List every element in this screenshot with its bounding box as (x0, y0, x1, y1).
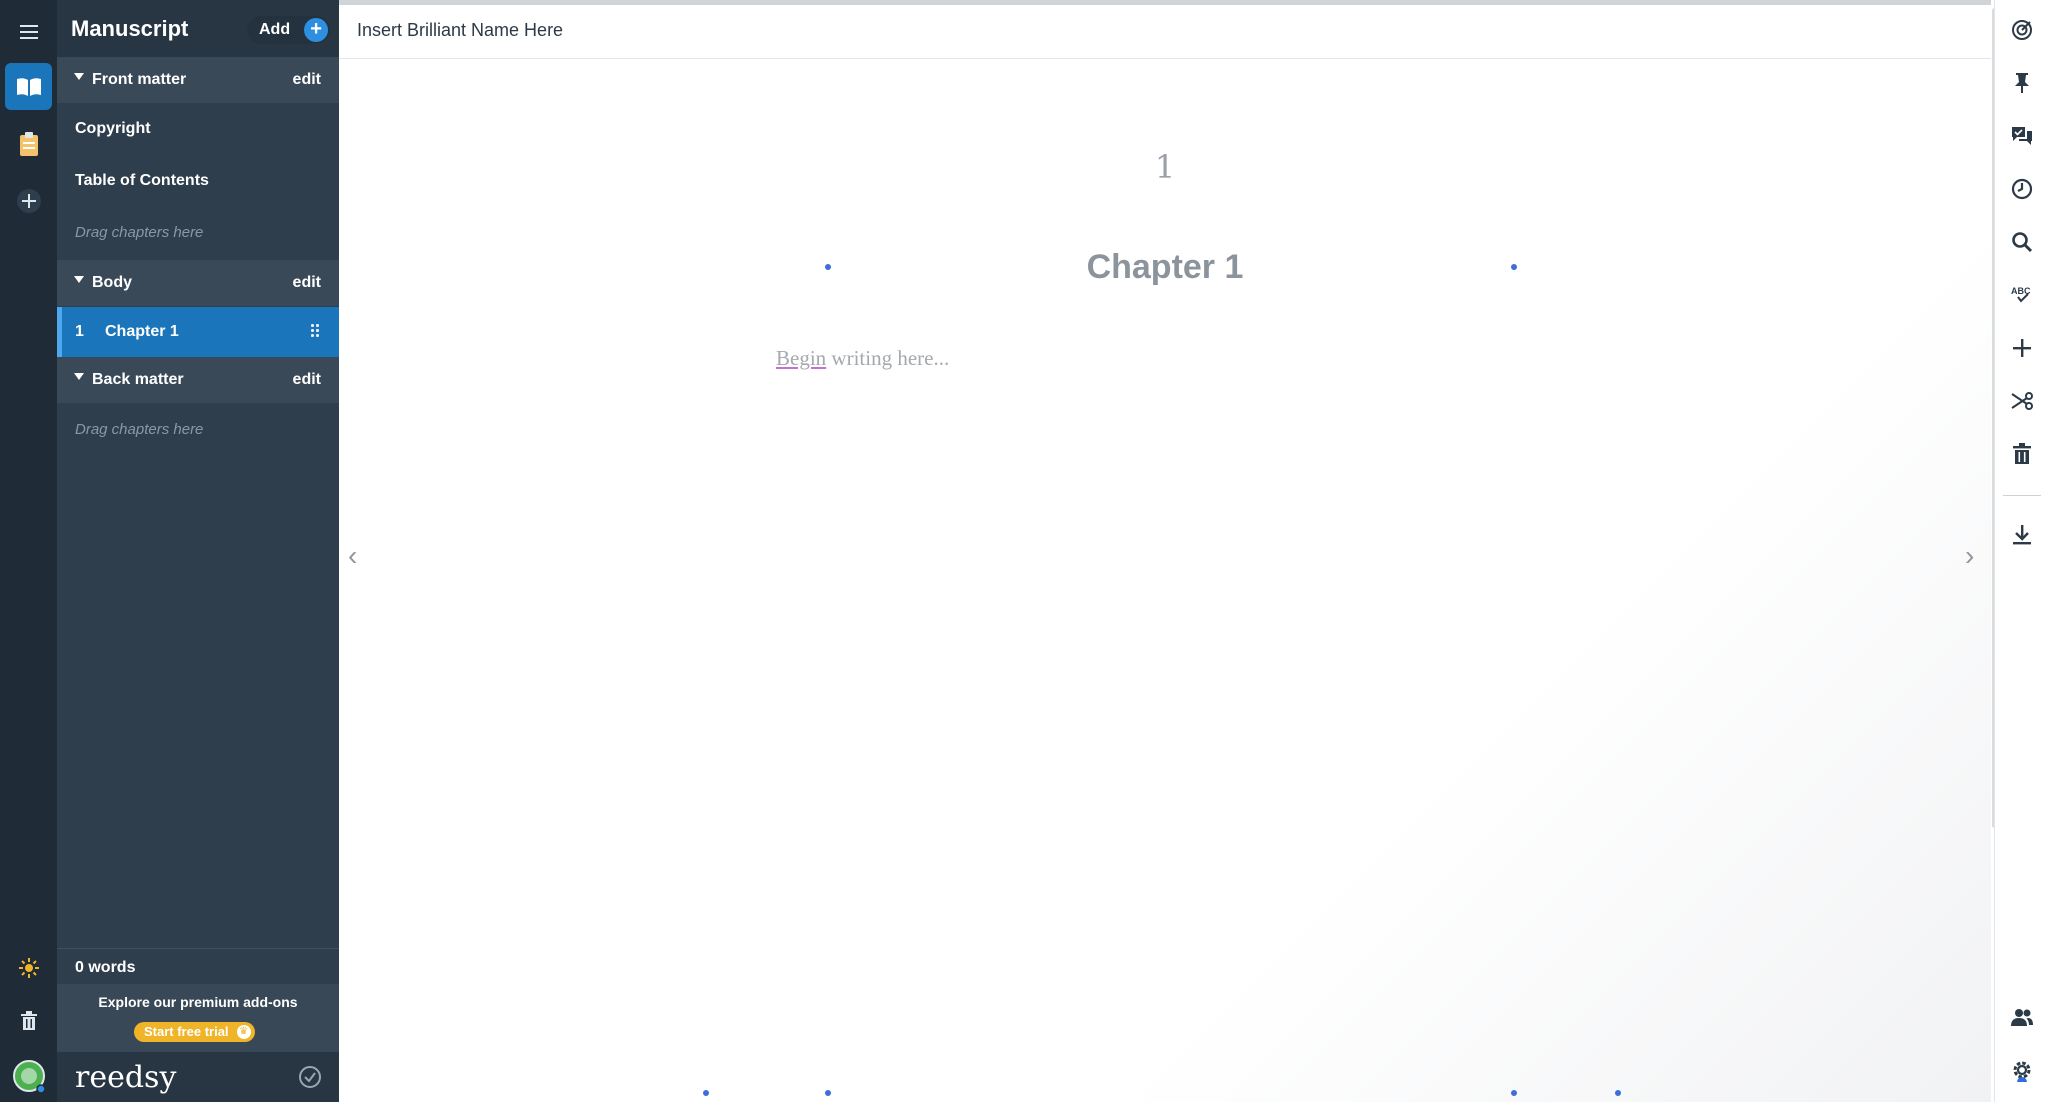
title-bar: Insert Brilliant Name Here (339, 5, 1991, 59)
avatar[interactable] (5, 1052, 52, 1099)
sidebar-item-label: Table of Contents (75, 172, 209, 189)
word-count-label: 0 words (75, 959, 136, 976)
section-label: Body (92, 274, 132, 291)
book-title[interactable]: Insert Brilliant Name Here (357, 20, 563, 41)
chapter-title-heading[interactable]: Chapter 1 (339, 248, 1991, 287)
reedsy-logo: reedsy (75, 1060, 177, 1095)
plus-icon: + (304, 18, 329, 42)
comments-icon[interactable] (2003, 117, 2041, 155)
collaborators-icon[interactable] (2003, 998, 2041, 1036)
crown-icon: ♛ (236, 1025, 251, 1039)
resize-handle[interactable] (1511, 1090, 1517, 1096)
plus-circle-icon[interactable] (5, 177, 52, 224)
placeholder-first-word: Begin (776, 346, 827, 370)
section-back-matter[interactable]: Back matter edit (57, 357, 339, 403)
edit-body-button[interactable]: edit (293, 274, 321, 292)
toolbar-divider (2003, 495, 2041, 496)
caret-down-icon[interactable] (74, 73, 84, 80)
book-icon[interactable] (5, 63, 52, 110)
trial-label: Start free trial (144, 1024, 229, 1039)
app-window: Manuscript Add + Front matter edit Copyr… (0, 0, 2048, 1102)
add-button-label: Add (259, 21, 291, 38)
editor-body-placeholder[interactable]: Begin writing here... (776, 346, 949, 371)
section-front-matter[interactable]: Front matter edit (57, 57, 339, 103)
previous-chapter-arrow-icon[interactable]: ‹ (348, 540, 357, 572)
word-count: 0 words (57, 948, 339, 984)
menu-icon[interactable] (5, 8, 52, 55)
add-button[interactable]: Add + (247, 16, 331, 44)
save-status-check-icon (299, 1066, 321, 1088)
premium-promo: Explore our premium add-ons Start free t… (57, 984, 339, 1052)
add-icon[interactable] (2003, 329, 2041, 367)
section-label: Back matter (92, 371, 184, 388)
manuscript-sidebar: Manuscript Add + Front matter edit Copyr… (57, 0, 339, 1102)
section-body[interactable]: Body edit (57, 260, 339, 306)
promo-text: Explore our premium add-ons (98, 994, 298, 1010)
editor-pane: Insert Brilliant Name Here 1 Chapter 1 B… (339, 0, 1997, 1102)
delete-icon[interactable] (2003, 435, 2041, 473)
scissors-icon[interactable] (2003, 382, 2041, 420)
sidebar-title: Manuscript (71, 16, 189, 41)
sidebar-item-table-of-contents[interactable]: Table of Contents (57, 157, 339, 207)
next-chapter-arrow-icon[interactable]: › (1965, 540, 1974, 572)
goal-icon[interactable] (2003, 11, 2041, 49)
start-free-trial-button[interactable]: Start free trial ♛ (134, 1022, 255, 1042)
section-label: Front matter (92, 71, 187, 88)
drag-hint-front-matter: Drag chapters here (75, 224, 204, 241)
resize-handle[interactable] (703, 1090, 709, 1096)
pin-icon[interactable] (2003, 64, 2041, 102)
drag-hint-back-matter: Drag chapters here (75, 421, 204, 438)
chapter-number: 1 (75, 323, 84, 340)
trash-icon[interactable] (5, 997, 52, 1044)
drag-handle-icon[interactable] (311, 324, 319, 338)
placeholder-rest: writing here... (826, 346, 950, 370)
caret-down-icon[interactable] (74, 373, 84, 380)
caret-down-icon[interactable] (74, 276, 84, 283)
spellcheck-icon[interactable]: ABC (2003, 276, 2041, 314)
history-icon[interactable] (2003, 170, 2041, 208)
brand-bar: reedsy (57, 1052, 339, 1102)
clipboard-icon[interactable] (5, 120, 52, 167)
edit-back-matter-button[interactable]: edit (293, 371, 321, 389)
chapter-label: Chapter 1 (105, 323, 179, 340)
sun-icon[interactable] (5, 944, 52, 991)
search-icon[interactable] (2003, 223, 2041, 261)
download-icon[interactable] (2003, 516, 2041, 554)
chapter-number-heading: 1 (1154, 148, 1176, 186)
settings-icon[interactable] (2003, 1051, 2041, 1089)
resize-handle[interactable] (1615, 1090, 1621, 1096)
edit-front-matter-button[interactable]: edit (293, 71, 321, 89)
sidebar-item-copyright[interactable]: Copyright (57, 105, 339, 155)
sidebar-item-chapter-1[interactable]: 1 Chapter 1 (57, 307, 339, 357)
sidebar-item-label: Copyright (75, 120, 151, 137)
resize-handle[interactable] (825, 1090, 831, 1096)
right-toolbar: ABC (1994, 0, 2048, 1102)
sidebar-header: Manuscript Add + (57, 0, 339, 60)
left-rail (0, 0, 57, 1102)
